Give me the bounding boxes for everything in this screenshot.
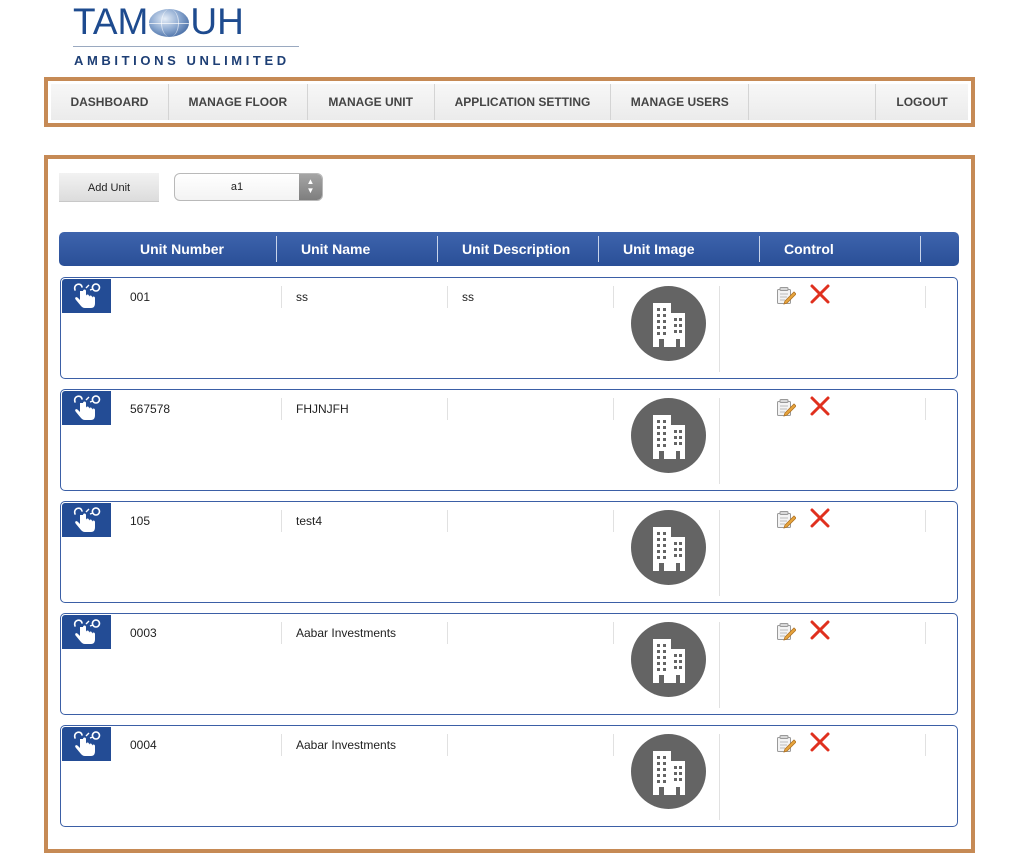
nav-dashboard[interactable]: DASHBOARD — [51, 84, 169, 120]
unit-name-cell: ss — [296, 290, 308, 304]
unit-number-cell: 0004 — [130, 738, 157, 752]
delete-x-icon[interactable] — [809, 731, 831, 753]
cell-divider — [613, 398, 614, 420]
cell-divider — [447, 622, 448, 644]
edit-pencil-icon[interactable] — [776, 397, 797, 417]
cell-divider — [719, 510, 720, 596]
unit-number-cell: 567578 — [130, 402, 171, 416]
unit-image — [631, 398, 706, 473]
nav-manage-unit[interactable]: MANAGE UNIT — [308, 84, 435, 120]
cell-divider — [447, 286, 448, 308]
cell-divider — [925, 286, 926, 308]
header-unit-number: Unit Number — [140, 241, 224, 257]
table-row: 001 ss ss — [60, 277, 958, 379]
header-divider — [759, 236, 760, 262]
main-nav: DASHBOARD MANAGE FLOOR MANAGE UNIT APPLI… — [51, 84, 968, 120]
edit-pencil-icon[interactable] — [776, 285, 797, 305]
cell-divider — [719, 398, 720, 484]
header-divider — [598, 236, 599, 262]
floor-select[interactable]: a1 ▲ ▼ — [174, 173, 323, 201]
unit-name-cell: Aabar Investments — [296, 626, 397, 640]
unit-number-cell: 001 — [130, 290, 151, 304]
header-unit-description: Unit Description — [462, 241, 571, 257]
delete-x-icon[interactable] — [809, 507, 831, 529]
cell-divider — [719, 286, 720, 372]
unit-number-cell: 0003 — [130, 626, 157, 640]
table-row: 0003 Aabar Investments — [60, 613, 958, 715]
cell-divider — [925, 398, 926, 420]
cell-divider — [925, 510, 926, 532]
header-unit-image: Unit Image — [623, 241, 695, 257]
main-nav-frame: DASHBOARD MANAGE FLOOR MANAGE UNIT APPLI… — [44, 77, 975, 127]
globe-icon — [149, 9, 190, 37]
unit-image — [631, 510, 706, 585]
table-header: Unit Number Unit Name Unit Description U… — [59, 232, 959, 266]
cell-divider — [447, 398, 448, 420]
unit-description-cell: ss — [462, 290, 474, 304]
edit-pencil-icon[interactable] — [776, 509, 797, 529]
logo-divider — [73, 46, 299, 47]
hand-pointer-icon[interactable] — [62, 503, 111, 537]
unit-image — [631, 286, 706, 361]
unit-name-cell: Aabar Investments — [296, 738, 397, 752]
table-row: 567578 FHJNJFH — [60, 389, 958, 491]
hand-pointer-icon[interactable] — [62, 279, 111, 313]
nav-application-setting[interactable]: APPLICATION SETTING — [435, 84, 612, 120]
unit-image — [631, 734, 706, 809]
unit-name-cell: test4 — [296, 514, 323, 528]
cell-divider — [613, 286, 614, 308]
table-row: 0004 Aabar Investments — [60, 725, 958, 827]
cell-divider — [613, 510, 614, 532]
logo-wordmark-left: TAM — [73, 1, 149, 42]
cell-divider — [925, 734, 926, 756]
floor-select-value: a1 — [230, 181, 244, 193]
cell-divider — [613, 622, 614, 644]
header-divider — [920, 236, 921, 262]
hand-pointer-icon[interactable] — [62, 391, 111, 425]
header-divider — [437, 236, 438, 262]
cell-divider — [447, 734, 448, 756]
hand-pointer-icon[interactable] — [62, 727, 111, 761]
add-unit-button[interactable]: Add Unit — [59, 173, 159, 202]
header-divider — [276, 236, 277, 262]
nav-logout[interactable]: LOGOUT — [875, 84, 968, 120]
cell-divider — [281, 286, 282, 308]
nav-manage-users[interactable]: MANAGE USERS — [611, 84, 750, 120]
hand-pointer-icon[interactable] — [62, 615, 111, 649]
cell-divider — [925, 622, 926, 644]
logo-wordmark-right: UH — [190, 1, 244, 42]
logo-tagline: AMBITIONS UNLIMITED — [74, 53, 290, 68]
table-row: 105 test4 — [60, 501, 958, 603]
select-arrows-icon: ▲ ▼ — [299, 174, 322, 200]
brand-logo: TAM UH AMBITIONS UNLIMITED — [73, 1, 303, 68]
cell-divider — [281, 510, 282, 532]
nav-manage-floor[interactable]: MANAGE FLOOR — [169, 84, 308, 120]
cell-divider — [281, 398, 282, 420]
delete-x-icon[interactable] — [809, 395, 831, 417]
edit-pencil-icon[interactable] — [776, 733, 797, 753]
unit-name-cell: FHJNJFH — [296, 402, 349, 416]
delete-x-icon[interactable] — [809, 283, 831, 305]
logo-wordmark: TAM UH — [73, 1, 244, 42]
cell-divider — [613, 734, 614, 756]
unit-image — [631, 622, 706, 697]
header-unit-name: Unit Name — [301, 241, 371, 257]
cell-divider — [281, 622, 282, 644]
header-control: Control — [784, 241, 834, 257]
edit-pencil-icon[interactable] — [776, 621, 797, 641]
cell-divider — [281, 734, 282, 756]
cell-divider — [447, 510, 448, 532]
cell-divider — [719, 622, 720, 708]
unit-panel: Add Unit a1 ▲ ▼ Unit Number Unit Name Uni… — [44, 155, 975, 853]
unit-number-cell: 105 — [130, 514, 151, 528]
cell-divider — [719, 734, 720, 820]
delete-x-icon[interactable] — [809, 619, 831, 641]
